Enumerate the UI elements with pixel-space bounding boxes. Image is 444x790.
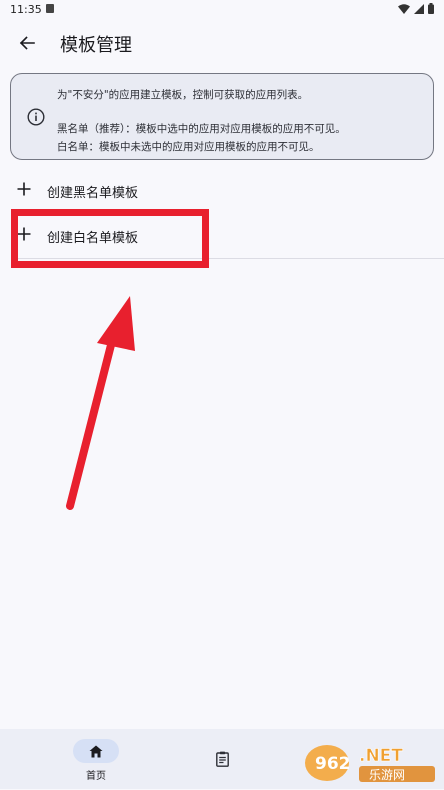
plus-icon [17, 182, 31, 196]
page-title: 模板管理 [60, 35, 132, 56]
notification-icon [46, 4, 54, 13]
svg-text:962: 962 [315, 754, 351, 774]
info-text-description: 为"不安分"的应用建立模板，控制可获取的应用列表。 [57, 89, 309, 101]
info-card: 为"不安分"的应用建立模板，控制可获取的应用列表。 黑名单（推荐）：模板中选中的… [10, 73, 434, 160]
back-button[interactable] [12, 28, 42, 58]
nav-clipboard[interactable] [206, 739, 238, 779]
divider [12, 258, 444, 259]
svg-text:乐游网: 乐游网 [369, 768, 405, 782]
nav-home-indicator [73, 739, 119, 763]
home-icon [89, 745, 103, 757]
watermark-logo: 962 .NET 乐游网 [303, 740, 441, 786]
signal-icon [414, 3, 424, 14]
top-app-bar: 模板管理 [0, 22, 444, 64]
status-icons [398, 3, 434, 14]
create-blacklist-template-label: 创建黑名单模板 [47, 186, 139, 201]
nav-home[interactable]: 首页 [60, 737, 132, 785]
plus-icon [17, 227, 31, 241]
info-text-blacklist: 黑名单（推荐）：模板中选中的应用对应用模板的应用不可见。 [57, 123, 346, 135]
clipboard-icon [215, 751, 229, 767]
battery-icon [428, 3, 434, 14]
info-icon [27, 108, 45, 126]
info-text-whitelist: 白名单：模板中未选中的应用对应用模板的应用不可见。 [57, 141, 320, 153]
create-blacklist-template-button[interactable]: 创建黑名单模板 [0, 169, 444, 213]
nav-home-label: 首页 [86, 771, 106, 782]
create-whitelist-template-label: 创建白名单模板 [47, 231, 139, 246]
arrow-back-icon [19, 36, 35, 50]
wifi-icon [398, 3, 410, 14]
status-time: 11:35 [10, 3, 42, 16]
status-bar: 11:35 [0, 0, 444, 20]
create-whitelist-template-button[interactable]: 创建白名单模板 [0, 214, 444, 258]
svg-text:.NET: .NET [359, 746, 403, 766]
